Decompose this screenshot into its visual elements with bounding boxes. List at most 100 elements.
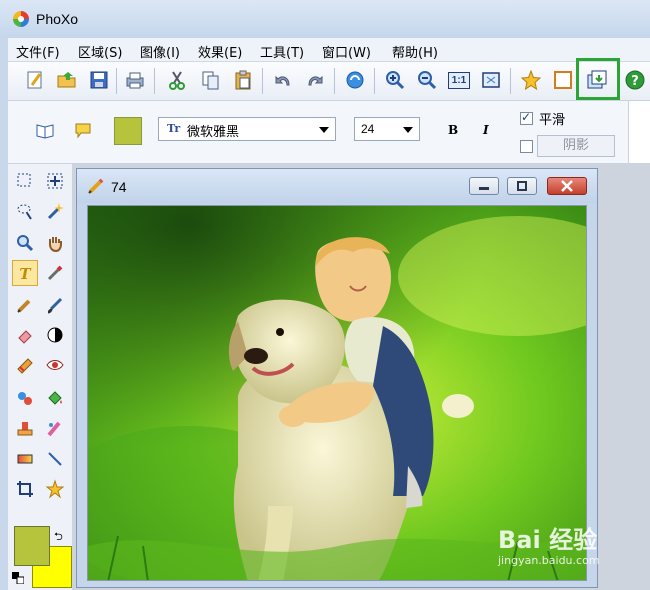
- foreground-color-swatch[interactable]: [14, 526, 50, 566]
- zoom-in-button[interactable]: [382, 67, 408, 93]
- frame-icon: [554, 71, 572, 89]
- eraser-icon: [18, 330, 32, 344]
- line-icon: [48, 452, 62, 466]
- restore-icon: [517, 181, 527, 191]
- lasso-tool[interactable]: [12, 198, 38, 224]
- line-tool[interactable]: [42, 446, 68, 472]
- font-size-value: 24: [361, 122, 375, 136]
- text-color-swatch[interactable]: [114, 117, 142, 145]
- gradient-tool[interactable]: [12, 446, 38, 472]
- shadow-button[interactable]: 阴影: [537, 135, 615, 157]
- restore-button[interactable]: [507, 177, 537, 195]
- italic-button[interactable]: I: [483, 123, 489, 137]
- phoxo-logo-icon: [13, 11, 29, 27]
- refresh-icon: [346, 71, 364, 89]
- minimize-icon: [479, 187, 489, 190]
- redo-button[interactable]: [302, 67, 328, 93]
- close-button[interactable]: [547, 177, 587, 195]
- new-button[interactable]: [22, 67, 48, 93]
- magic-wand-tool[interactable]: [42, 198, 68, 224]
- print-icon: [126, 72, 144, 89]
- magnifier-icon: [17, 235, 34, 252]
- brush-tool[interactable]: [42, 292, 68, 318]
- menu-file[interactable]: 文件(F): [16, 42, 60, 61]
- menu-window[interactable]: 窗口(W): [322, 42, 371, 61]
- menu-region[interactable]: 区域(S): [78, 42, 122, 61]
- eyedropper-icon: [47, 265, 63, 281]
- frame-button[interactable]: [550, 67, 576, 93]
- toolbar-separator: [154, 68, 155, 94]
- zoom-tool[interactable]: [12, 230, 38, 256]
- zoom-out-icon: [418, 71, 437, 90]
- chevron-down-icon: [319, 127, 329, 133]
- magic-wand-icon: [47, 203, 64, 220]
- close-icon: [561, 180, 573, 192]
- document-titlebar: 74: [77, 169, 597, 203]
- favorite-button[interactable]: [518, 67, 544, 93]
- rect-select-tool[interactable]: [12, 168, 38, 194]
- contrast-tool[interactable]: [42, 322, 68, 348]
- open-folder-icon: [57, 72, 76, 88]
- speech-bubble-button[interactable]: [70, 117, 96, 143]
- text-tool[interactable]: T: [12, 260, 38, 286]
- toolbar-separator: [510, 68, 511, 94]
- refresh-button[interactable]: [342, 67, 368, 93]
- clone-tool[interactable]: [12, 386, 38, 412]
- watermark-main: Bai 经验: [498, 526, 598, 554]
- copy-icon: [202, 71, 219, 90]
- reset-colors-icon[interactable]: [12, 572, 24, 584]
- paste-icon: [235, 70, 251, 90]
- move-tool[interactable]: [42, 168, 68, 194]
- undo-icon: [275, 75, 290, 86]
- font-size-select[interactable]: 24: [354, 117, 420, 141]
- hand-tool[interactable]: [42, 230, 68, 256]
- menu-tools[interactable]: 工具(T): [260, 42, 304, 61]
- watermark-sub: jingyan.baidu.com: [498, 554, 600, 567]
- text-book-button[interactable]: [32, 117, 58, 143]
- zoom-out-button[interactable]: [414, 67, 440, 93]
- svg-text:?: ?: [631, 74, 639, 89]
- lasso-icon: [17, 204, 32, 220]
- smooth-label: 平滑: [539, 113, 566, 128]
- swap-colors-icon[interactable]: ⮌: [54, 528, 63, 547]
- rect-select-icon: [17, 173, 31, 187]
- smooth-checkbox[interactable]: [520, 110, 533, 125]
- book-icon: [36, 124, 54, 139]
- redo-icon: [308, 75, 323, 86]
- save-button[interactable]: [86, 67, 112, 93]
- menu-help[interactable]: 帮助(H): [392, 42, 438, 61]
- paste-button[interactable]: [230, 67, 256, 93]
- stamp-tool[interactable]: [12, 416, 38, 442]
- help-button[interactable]: ?: [622, 67, 648, 93]
- toolbar-highlight-marker: [576, 58, 620, 100]
- bold-button[interactable]: B: [448, 123, 458, 137]
- crop-tool[interactable]: [12, 476, 38, 502]
- fill-tool[interactable]: [42, 386, 68, 412]
- eyedropper-tool[interactable]: [42, 260, 68, 286]
- tube-tool[interactable]: [42, 416, 68, 442]
- font-family-select[interactable]: Tr 微软雅黑: [158, 117, 336, 141]
- shadow-checkbox[interactable]: [520, 140, 533, 153]
- minimize-button[interactable]: [469, 177, 499, 195]
- star-shape-icon: [45, 479, 65, 499]
- fit-window-button[interactable]: [478, 67, 504, 93]
- save-icon: [90, 71, 108, 89]
- menu-image[interactable]: 图像(I): [140, 42, 180, 61]
- pencil-tool[interactable]: [12, 292, 38, 318]
- cut-button[interactable]: [164, 67, 190, 93]
- eraser-tool[interactable]: [12, 322, 38, 348]
- brush-icon: [47, 297, 63, 314]
- menu-bar: 文件(F) 区域(S) 图像(I) 效果(E) 工具(T) 窗口(W) 帮助(H…: [8, 38, 650, 62]
- open-button[interactable]: [54, 67, 80, 93]
- red-eye-tool[interactable]: [42, 352, 68, 378]
- print-button[interactable]: [122, 67, 148, 93]
- copy-button[interactable]: [198, 67, 224, 93]
- truetype-icon: Tr: [167, 122, 181, 135]
- actual-size-button[interactable]: 1:1: [446, 67, 472, 93]
- text-tool-icon: T: [19, 265, 32, 283]
- shape-tool[interactable]: [42, 476, 68, 502]
- undo-button[interactable]: [270, 67, 296, 93]
- menu-effects[interactable]: 效果(E): [198, 42, 242, 61]
- actual-size-icon: 1:1: [447, 71, 471, 89]
- smudge-tool[interactable]: [12, 352, 38, 378]
